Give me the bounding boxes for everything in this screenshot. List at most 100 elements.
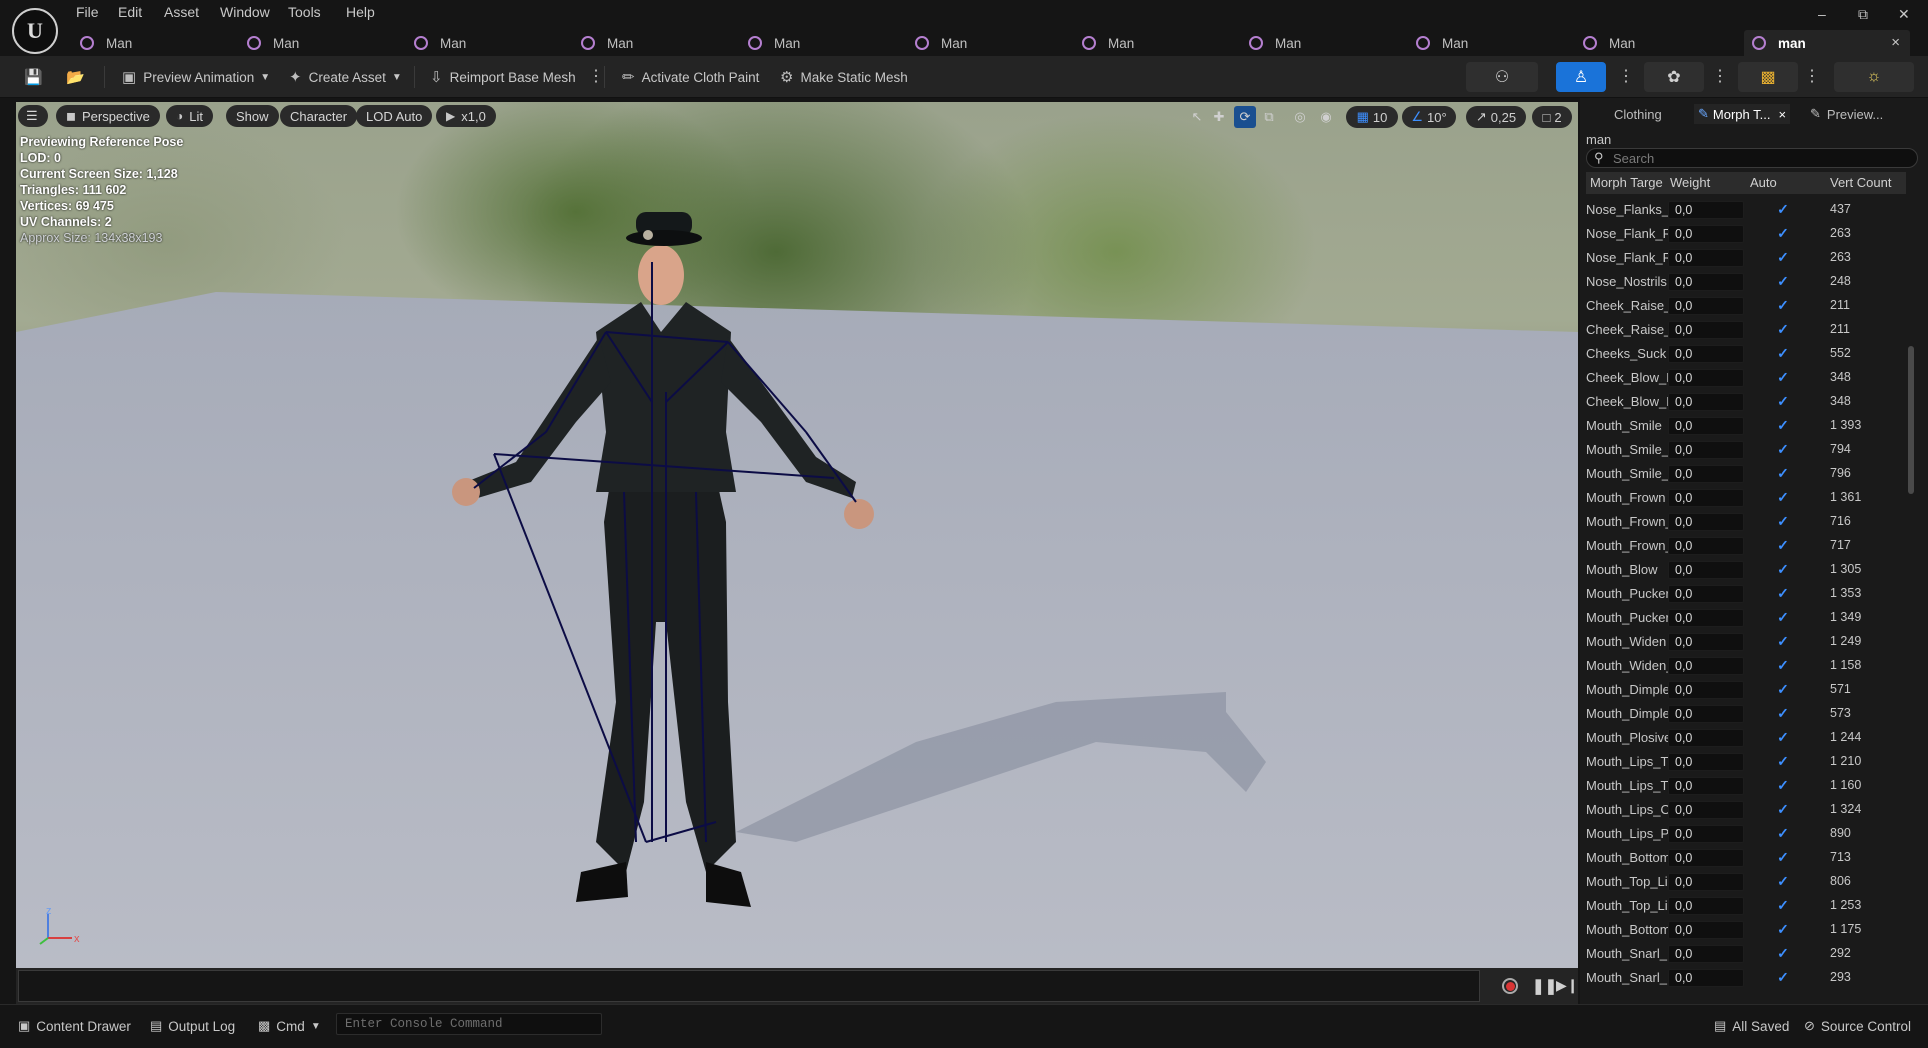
tab-man-7[interactable]: Man: [1082, 30, 1242, 56]
menu-help[interactable]: Help: [346, 4, 375, 20]
record-button[interactable]: [1502, 978, 1518, 994]
physics-editor-button[interactable]: ☼: [1834, 62, 1914, 92]
menu-asset[interactable]: Asset: [164, 4, 199, 20]
auto-checkbox[interactable]: ✓: [1776, 394, 1790, 408]
step-forward-button[interactable]: ▶❙: [1556, 977, 1579, 994]
weight-input[interactable]: 0,0: [1668, 897, 1744, 915]
morph-target-row[interactable]: Mouth_Top_Li 0,0 ✓ 806: [1586, 870, 1906, 894]
weight-input[interactable]: 0,0: [1668, 537, 1744, 555]
morph-target-row[interactable]: Mouth_Lips_O 0,0 ✓ 1 324: [1586, 798, 1906, 822]
grid-snap-button[interactable]: ▦ 10: [1346, 106, 1398, 128]
auto-checkbox[interactable]: ✓: [1776, 466, 1790, 480]
auto-checkbox[interactable]: ✓: [1776, 634, 1790, 648]
column-auto[interactable]: Auto: [1750, 175, 1777, 190]
weight-input[interactable]: 0,0: [1668, 729, 1744, 747]
weight-input[interactable]: 0,0: [1668, 633, 1744, 651]
morph-target-row[interactable]: Mouth_Snarl_I 0,0 ✓ 292: [1586, 942, 1906, 966]
morph-target-row[interactable]: Mouth_Top_Li 0,0 ✓ 1 253: [1586, 894, 1906, 918]
morph-target-row[interactable]: Mouth_Lips_T 0,0 ✓ 1 210: [1586, 750, 1906, 774]
auto-checkbox[interactable]: ✓: [1776, 202, 1790, 216]
make-static-mesh-button[interactable]: ⚙ Make Static Mesh: [780, 67, 908, 87]
weight-input[interactable]: 0,0: [1668, 249, 1744, 267]
mesh-options-icon[interactable]: ⋮: [1618, 66, 1634, 86]
panel-scrollbar[interactable]: [1908, 346, 1914, 494]
column-weight[interactable]: Weight: [1670, 175, 1710, 190]
pause-button[interactable]: ❚❚: [1532, 977, 1557, 995]
source-control-button[interactable]: ⊘ Source Control: [1804, 1016, 1911, 1036]
auto-checkbox[interactable]: ✓: [1776, 298, 1790, 312]
translate-mode-icon[interactable]: ✚: [1210, 106, 1228, 128]
tab-close-icon[interactable]: ×: [1891, 34, 1900, 51]
auto-checkbox[interactable]: ✓: [1776, 586, 1790, 600]
weight-input[interactable]: 0,0: [1668, 945, 1744, 963]
menu-window[interactable]: Window: [220, 4, 270, 20]
weight-input[interactable]: 0,0: [1668, 921, 1744, 939]
reimport-options-icon[interactable]: ⋮: [588, 66, 604, 86]
tab-man-6[interactable]: Man: [915, 30, 1075, 56]
surface-snap-icon[interactable]: ◉: [1316, 106, 1336, 128]
animation-editor-button[interactable]: ✿: [1644, 62, 1704, 92]
tab-clothing[interactable]: Clothing: [1600, 104, 1680, 124]
cmd-selector[interactable]: ▩ Cmd ▼: [258, 1016, 321, 1036]
playback-speed-button[interactable]: ▶ x1,0: [436, 105, 496, 127]
mesh-editor-button[interactable]: ♙: [1556, 62, 1606, 92]
auto-checkbox[interactable]: ✓: [1776, 346, 1790, 360]
weight-input[interactable]: 0,0: [1668, 849, 1744, 867]
auto-checkbox[interactable]: ✓: [1776, 370, 1790, 384]
morph-target-row[interactable]: Mouth_Plosive 0,0 ✓ 1 244: [1586, 726, 1906, 750]
weight-input[interactable]: 0,0: [1668, 297, 1744, 315]
tab-man-4[interactable]: Man: [581, 30, 741, 56]
morph-target-row[interactable]: Mouth_Pucker 0,0 ✓ 1 349: [1586, 606, 1906, 630]
weight-input[interactable]: 0,0: [1668, 417, 1744, 435]
auto-checkbox[interactable]: ✓: [1776, 754, 1790, 768]
morph-target-row[interactable]: Cheek_Raise_ 0,0 ✓ 211: [1586, 318, 1906, 342]
morph-target-row[interactable]: Mouth_Snarl_I 0,0 ✓ 293: [1586, 966, 1906, 990]
auto-checkbox[interactable]: ✓: [1776, 538, 1790, 552]
auto-checkbox[interactable]: ✓: [1776, 658, 1790, 672]
morph-target-row[interactable]: Cheek_Raise_ 0,0 ✓ 211: [1586, 294, 1906, 318]
auto-checkbox[interactable]: ✓: [1776, 922, 1790, 936]
morph-target-row[interactable]: Cheeks_Suck 0,0 ✓ 552: [1586, 342, 1906, 366]
morph-target-row[interactable]: Mouth_Dimple 0,0 ✓ 573: [1586, 702, 1906, 726]
browse-button[interactable]: 📂: [66, 67, 92, 87]
lod-button[interactable]: LOD Auto: [356, 105, 433, 127]
auto-checkbox[interactable]: ✓: [1776, 490, 1790, 504]
reimport-base-mesh-button[interactable]: ⇩ Reimport Base Mesh: [430, 67, 576, 87]
tab-morph-targets[interactable]: ✎ Morph T... ×: [1694, 104, 1790, 124]
blueprint-editor-button[interactable]: ▩: [1738, 62, 1798, 92]
timeline-field[interactable]: [18, 970, 1480, 1002]
auto-checkbox[interactable]: ✓: [1776, 826, 1790, 840]
morph-target-row[interactable]: Mouth_Dimple 0,0 ✓ 571: [1586, 678, 1906, 702]
morph-target-row[interactable]: Mouth_Frown_ 0,0 ✓ 716: [1586, 510, 1906, 534]
auto-checkbox[interactable]: ✓: [1776, 778, 1790, 792]
auto-checkbox[interactable]: ✓: [1776, 970, 1790, 984]
animation-options-icon[interactable]: ⋮: [1712, 66, 1728, 86]
auto-checkbox[interactable]: ✓: [1776, 418, 1790, 432]
morph-target-row[interactable]: Nose_Flank_R 0,0 ✓ 263: [1586, 246, 1906, 270]
auto-checkbox[interactable]: ✓: [1776, 562, 1790, 576]
morph-target-row[interactable]: Mouth_Smile_ 0,0 ✓ 796: [1586, 462, 1906, 486]
minimize-button[interactable]: –: [1818, 6, 1826, 22]
tab-man-8[interactable]: Man: [1249, 30, 1409, 56]
weight-input[interactable]: 0,0: [1668, 489, 1744, 507]
rotate-snap-button[interactable]: ∠ 10°: [1402, 106, 1456, 128]
column-vert-count[interactable]: Vert Count: [1830, 175, 1891, 190]
auto-checkbox[interactable]: ✓: [1776, 442, 1790, 456]
tab-man-5[interactable]: Man: [748, 30, 908, 56]
morph-target-row[interactable]: Mouth_Lips_P 0,0 ✓ 890: [1586, 822, 1906, 846]
morph-target-row[interactable]: Mouth_Bottom 0,0 ✓ 713: [1586, 846, 1906, 870]
tab-man-2[interactable]: Man: [247, 30, 407, 56]
preview-animation-button[interactable]: ▣ Preview Animation ▼: [122, 67, 270, 87]
auto-checkbox[interactable]: ✓: [1776, 682, 1790, 696]
auto-checkbox[interactable]: ✓: [1776, 250, 1790, 264]
unreal-logo-icon[interactable]: U: [12, 8, 58, 54]
morph-target-row[interactable]: Mouth_Smile 0,0 ✓ 1 393: [1586, 414, 1906, 438]
close-window-button[interactable]: ✕: [1898, 6, 1910, 23]
auto-checkbox[interactable]: ✓: [1776, 874, 1790, 888]
show-button[interactable]: Show: [226, 105, 279, 127]
weight-input[interactable]: 0,0: [1668, 201, 1744, 219]
select-mode-icon[interactable]: ↖: [1188, 106, 1206, 128]
rotate-mode-icon[interactable]: ⟳: [1234, 106, 1256, 128]
morph-target-row[interactable]: Mouth_Frown_ 0,0 ✓ 717: [1586, 534, 1906, 558]
auto-checkbox[interactable]: ✓: [1776, 802, 1790, 816]
